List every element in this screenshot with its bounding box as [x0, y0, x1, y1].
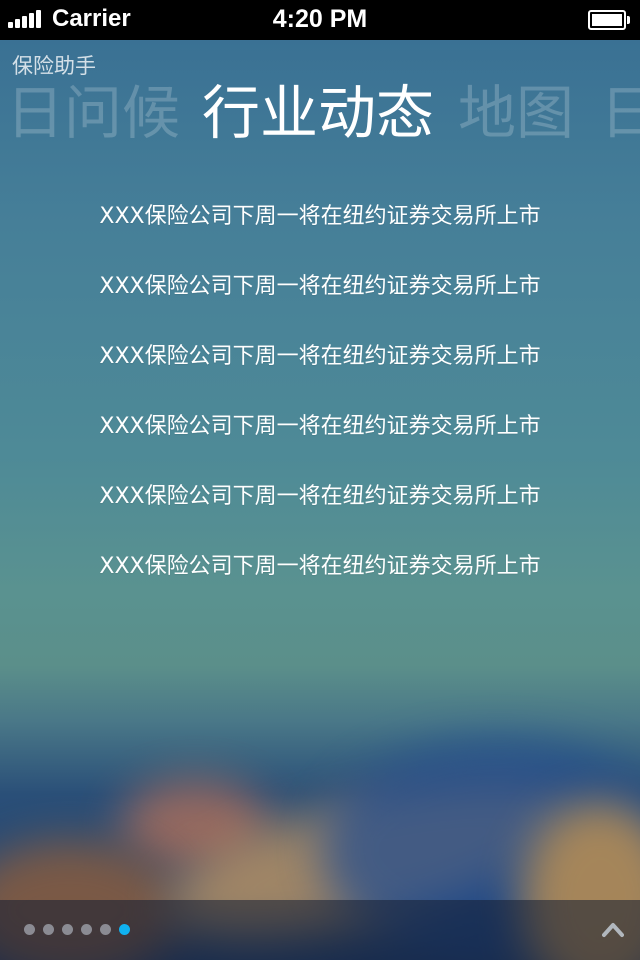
page-dot[interactable] — [81, 924, 92, 935]
battery-icon — [588, 10, 630, 30]
battery-level — [592, 14, 622, 26]
page-dot-active[interactable] — [119, 924, 130, 935]
news-item[interactable]: XXX保险公司下周一将在纽约证券交易所上市 — [0, 267, 640, 337]
status-bar: Carrier 4:20 PM — [0, 0, 640, 40]
tab-next[interactable]: 日 — [600, 78, 640, 148]
news-item[interactable]: XXX保险公司下周一将在纽约证券交易所上市 — [0, 197, 640, 267]
tab-greeting[interactable]: 日问候 — [6, 78, 180, 148]
chevron-up-icon[interactable] — [602, 920, 624, 938]
news-item[interactable]: XXX保险公司下周一将在纽约证券交易所上市 — [0, 407, 640, 477]
tab-industry-news[interactable]: 行业动态 — [202, 78, 434, 148]
news-item[interactable]: XXX保险公司下周一将在纽约证券交易所上市 — [0, 337, 640, 407]
news-list: XXX保险公司下周一将在纽约证券交易所上市 XXX保险公司下周一将在纽约证券交易… — [0, 197, 640, 617]
page-dot[interactable] — [62, 924, 73, 935]
tab-map[interactable]: 地图 — [458, 78, 574, 148]
bottom-bar — [0, 900, 640, 960]
news-item[interactable]: XXX保险公司下周一将在纽约证券交易所上市 — [0, 477, 640, 547]
app-title: 保险助手 — [12, 54, 96, 78]
section-tabs[interactable]: 日问候 行业动态 地图 日 — [0, 78, 640, 148]
page-dot[interactable] — [43, 924, 54, 935]
status-time: 4:20 PM — [272, 5, 368, 33]
news-item[interactable]: XXX保险公司下周一将在纽约证券交易所上市 — [0, 547, 640, 617]
page-dot[interactable] — [100, 924, 111, 935]
page-dot[interactable] — [24, 924, 35, 935]
